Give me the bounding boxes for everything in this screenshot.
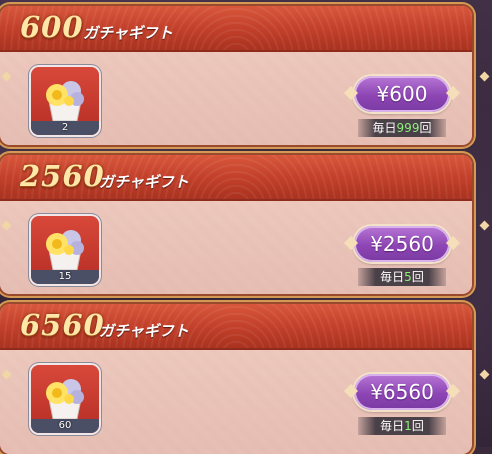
daily-limit-prefix: 毎日 bbox=[380, 270, 405, 284]
item-quantity: 15 bbox=[58, 271, 72, 282]
gacha-item-slot[interactable]: 2 bbox=[31, 67, 99, 135]
item-quantity: 2 bbox=[61, 122, 69, 133]
buy-button-6560[interactable]: ¥6560 bbox=[354, 374, 450, 410]
gift-pack-label: ガチャギフト bbox=[83, 24, 173, 42]
gacha-item-slot[interactable]: 15 bbox=[31, 216, 99, 284]
daily-limit-prefix: 毎日 bbox=[380, 419, 405, 433]
daily-limit: 毎日5回 bbox=[358, 268, 446, 286]
daily-limit-suffix: 回 bbox=[411, 419, 424, 433]
daily-limit-count: 5 bbox=[404, 270, 412, 284]
gift-pack-amount: 600 bbox=[20, 10, 84, 44]
gift-pack-card-600: 600 ガチャギフト 2 ¥600 毎日999回 bbox=[0, 6, 472, 145]
daily-limit-suffix: 回 bbox=[419, 121, 432, 135]
gift-pack-header: 600 ガチャギフト bbox=[0, 6, 472, 53]
gift-pack-amount: 6560 bbox=[20, 308, 105, 342]
daily-limit-count: 1 bbox=[404, 419, 412, 433]
daily-limit-suffix: 回 bbox=[411, 270, 424, 284]
gift-pack-card-6560: 6560 ガチャギフト 60 ¥6560 毎日1回 bbox=[0, 304, 472, 454]
gift-pack-label: ガチャギフト bbox=[99, 173, 189, 191]
daily-limit: 毎日999回 bbox=[358, 119, 446, 137]
gift-pack-body: 2 ¥600 毎日999回 bbox=[0, 52, 472, 145]
buy-button-600[interactable]: ¥600 bbox=[354, 76, 450, 112]
gift-pack-label: ガチャギフト bbox=[99, 322, 189, 340]
buy-button-2560[interactable]: ¥2560 bbox=[354, 226, 450, 262]
gift-pack-body: 60 ¥6560 毎日1回 bbox=[0, 350, 472, 454]
daily-limit-prefix: 毎日 bbox=[372, 121, 397, 135]
daily-limit: 毎日1回 bbox=[358, 417, 446, 435]
gift-pack-card-2560: 2560 ガチャギフト 15 ¥2560 毎日5回 bbox=[0, 155, 472, 294]
gift-pack-header: 2560 ガチャギフト bbox=[0, 155, 472, 202]
gift-pack-amount: 2560 bbox=[20, 159, 105, 193]
gacha-item-slot[interactable]: 60 bbox=[31, 365, 99, 433]
item-quantity: 60 bbox=[58, 420, 72, 431]
gift-pack-body: 15 ¥2560 毎日5回 bbox=[0, 201, 472, 294]
daily-limit-count: 999 bbox=[396, 121, 420, 135]
gift-pack-header: 6560 ガチャギフト bbox=[0, 304, 472, 351]
